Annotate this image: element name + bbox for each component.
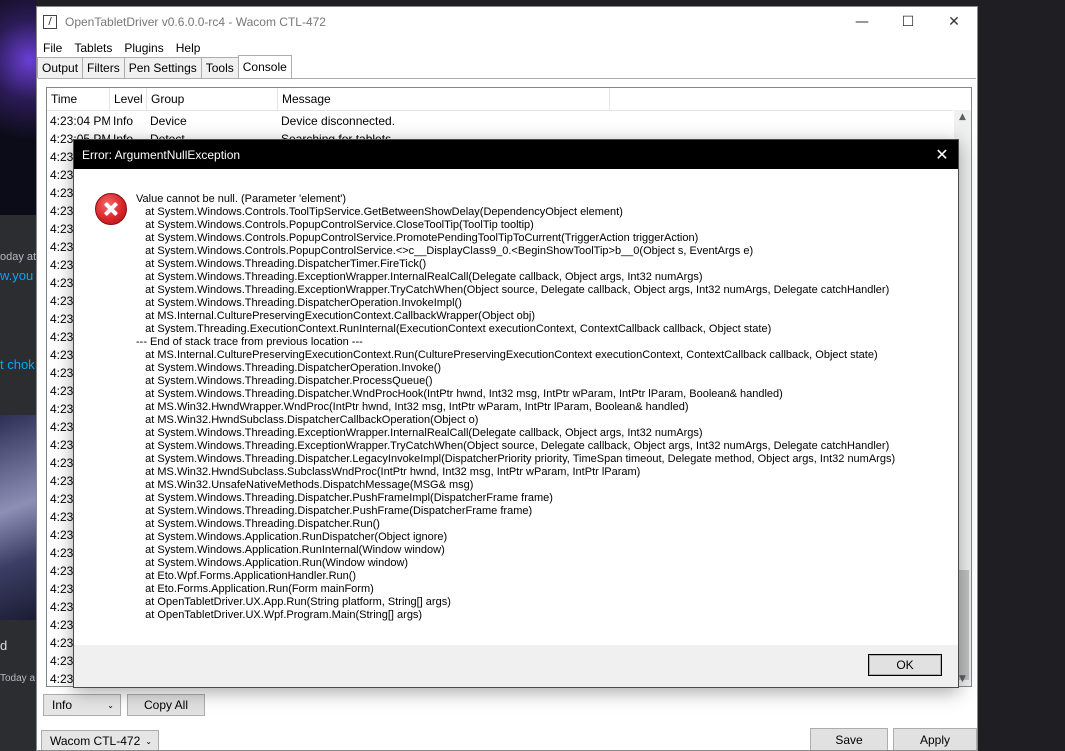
background-link-text: t chok (0, 357, 35, 372)
menu-file[interactable]: File (37, 41, 68, 55)
stack-trace-line: --- End of stack trace from previous loc… (136, 336, 363, 348)
stack-trace-line: at System.Windows.Application.Run(Window… (136, 557, 409, 569)
error-icon (95, 193, 127, 225)
stack-trace-line: at System.Windows.Threading.ExceptionWra… (136, 271, 703, 283)
stack-trace-line: at System.Threading.ExecutionContext.Run… (136, 323, 772, 335)
stack-trace-line: at MS.Win32.HwndSubclass.SubclassWndProc… (136, 466, 641, 478)
menu-plugins[interactable]: Plugins (118, 41, 169, 55)
cell-level: Info (113, 114, 134, 128)
tab-pen-settings[interactable]: Pen Settings (123, 57, 202, 78)
cell-message: Device disconnected. (281, 114, 396, 128)
window-controls: — ☐ ✕ (839, 7, 977, 37)
cell-time: 4:23:04 PM (50, 114, 110, 128)
stack-trace-line: at System.Windows.Controls.ToolTipServic… (136, 206, 623, 218)
close-icon: ✕ (948, 14, 960, 30)
footer-bar: Wacom CTL-472 ⌄ Save Apply (41, 728, 977, 750)
stack-trace-line: at System.Windows.Threading.ExceptionWra… (136, 427, 703, 439)
stack-trace-line: at System.Windows.Threading.Dispatcher.L… (136, 453, 896, 465)
stack-trace-line: at System.Windows.Application.RunInterna… (136, 544, 445, 556)
tablet-select-value: Wacom CTL-472 (50, 734, 141, 748)
minimize-icon: — (855, 14, 869, 30)
background-link-text: w.you (0, 268, 34, 283)
chevron-down-icon: ⌄ (145, 736, 152, 746)
dialog-title-bar[interactable]: Error: ArgumentNullException ✕ (74, 140, 958, 169)
error-dialog: Error: ArgumentNullException ✕ Value can… (73, 139, 959, 688)
tablet-select[interactable]: Wacom CTL-472 ⌄ (41, 730, 159, 750)
stack-trace-line: at System.Windows.Threading.DispatcherTi… (136, 258, 427, 270)
background-text: d (0, 638, 8, 653)
menu-tablets[interactable]: Tablets (68, 41, 118, 55)
app-icon: / (43, 15, 57, 29)
background-thumbnail (0, 415, 36, 620)
stack-trace-line: at System.Windows.Threading.Dispatcher.W… (136, 388, 783, 400)
stack-trace-line: at MS.Win32.HwndWrapper.WndProc(IntPtr h… (136, 401, 689, 413)
menu-help[interactable]: Help (170, 41, 207, 55)
stack-trace-line: at System.Windows.Application.RunDispatc… (136, 531, 448, 543)
window-title: OpenTabletDriver v0.6.0.0-rc4 - Wacom CT… (65, 15, 326, 29)
stack-trace-line: Value cannot be null. (Parameter 'elemen… (136, 193, 347, 205)
dialog-close-button[interactable]: ✕ (926, 140, 958, 169)
table-row[interactable]: 4:23:04 PM Info Device Device disconnected. (47, 112, 953, 130)
save-button[interactable]: Save (810, 728, 888, 750)
stack-trace-line: at MS.Win32.HwndSubclass.DispatcherCallb… (136, 414, 479, 426)
error-message: Value cannot be null. (Parameter 'elemen… (136, 193, 946, 622)
background-chat-panel: oday at w.you t chok d Today a (0, 0, 36, 751)
maximize-icon: ☐ (901, 14, 915, 30)
tab-tools[interactable]: Tools (200, 57, 239, 78)
stack-trace-line: at System.Windows.Threading.ExceptionWra… (136, 284, 890, 296)
maximize-button[interactable]: ☐ (885, 7, 931, 37)
stack-trace-line: at System.Windows.Threading.Dispatcher.P… (136, 375, 433, 387)
stack-trace-line: at MS.Internal.CulturePreservingExecutio… (136, 310, 536, 322)
column-header-message[interactable]: Message (278, 88, 610, 110)
stack-trace-line: at System.Windows.Threading.ExceptionWra… (136, 440, 890, 452)
background-text: Today a (0, 673, 36, 684)
stack-trace-line: at MS.Win32.UnsafeNativeMethods.Dispatch… (136, 479, 474, 491)
dialog-footer: OK (74, 645, 958, 687)
stack-trace-line: at System.Windows.Threading.Dispatcher.P… (136, 505, 533, 517)
stack-trace-line: at System.Windows.Controls.PopupControlS… (136, 219, 534, 231)
column-header-group[interactable]: Group (147, 88, 278, 110)
background-desktop (978, 0, 1065, 751)
chevron-down-icon: ⌄ (107, 700, 114, 710)
ok-button[interactable]: OK (868, 654, 942, 676)
level-filter-select[interactable]: Info ⌄ (43, 694, 121, 716)
title-bar[interactable]: / OpenTabletDriver v0.6.0.0-rc4 - Wacom … (37, 7, 977, 37)
stack-trace-line: at System.Windows.Controls.PopupControlS… (136, 245, 754, 257)
stack-trace-line: at System.Windows.Threading.DispatcherOp… (136, 297, 462, 309)
apply-button[interactable]: Apply (893, 728, 977, 750)
stack-trace-line: at MS.Internal.CulturePreservingExecutio… (136, 349, 878, 361)
tab-filters[interactable]: Filters (82, 57, 125, 78)
stack-trace-line: at System.Windows.Threading.Dispatcher.R… (136, 518, 380, 530)
stack-trace-line: at System.Windows.Threading.DispatcherOp… (136, 362, 442, 374)
tab-output[interactable]: Output (37, 57, 84, 78)
stack-trace-line: at System.Windows.Threading.Dispatcher.P… (136, 492, 553, 504)
close-icon: ✕ (935, 145, 949, 164)
grid-header: Time Level Group Message (47, 88, 953, 111)
stack-trace-line: at OpenTabletDriver.UX.Wpf.Program.Main(… (136, 609, 423, 621)
stack-trace-line: at System.Windows.Controls.PopupControlS… (136, 232, 699, 244)
background-banner-image (0, 0, 36, 215)
menu-bar: File Tablets Plugins Help (37, 38, 206, 58)
column-header-level[interactable]: Level (110, 88, 147, 110)
level-filter-value: Info (52, 698, 73, 712)
background-text: oday at (0, 251, 36, 263)
copy-all-button[interactable]: Copy All (127, 694, 205, 716)
dialog-title: Error: ArgumentNullException (82, 147, 241, 162)
column-header-time[interactable]: Time (47, 88, 110, 110)
tab-strip: Output Filters Pen Settings Tools Consol… (37, 55, 292, 78)
close-button[interactable]: ✕ (931, 7, 977, 37)
cell-group: Device (150, 114, 187, 128)
stack-trace-line: at OpenTabletDriver.UX.App.Run(String pl… (136, 596, 451, 608)
console-toolbar: Info ⌄ Copy All (43, 694, 205, 716)
tab-console[interactable]: Console (237, 55, 292, 78)
scroll-up-icon[interactable]: ▲ (954, 112, 971, 122)
stack-trace-line: at Eto.Wpf.Forms.ApplicationHandler.Run(… (136, 570, 357, 582)
stack-trace-line: at Eto.Forms.Application.Run(Form mainFo… (136, 583, 374, 595)
minimize-button[interactable]: — (839, 7, 885, 37)
